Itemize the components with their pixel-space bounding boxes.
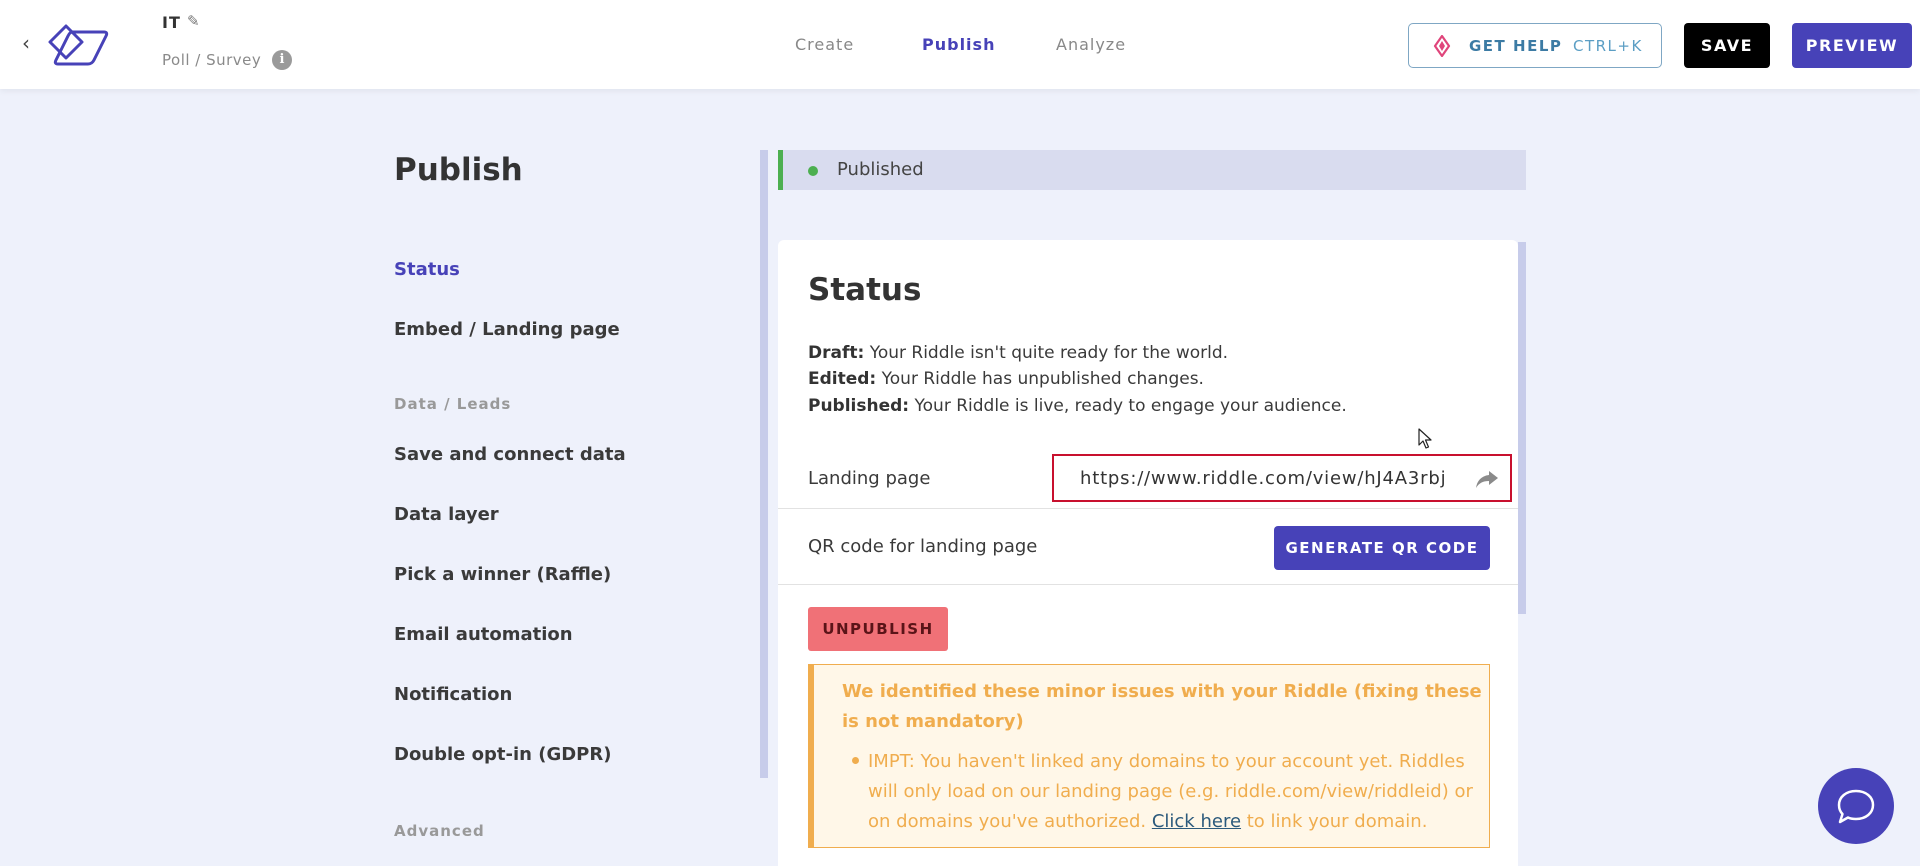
preview-button[interactable]: PREVIEW [1792,23,1912,68]
warning-text: IMPT: You haven't linked any domains to … [868,751,1473,832]
sidebar-title: Publish [394,152,523,188]
share-arrow-icon[interactable] [1474,466,1500,492]
sidebar-item-embed[interactable]: Embed / Landing page [394,319,620,340]
save-button[interactable]: SAVE [1684,23,1770,68]
unpublish-button[interactable]: UNPUBLISH [808,607,948,651]
published-status-bar: Published [778,150,1526,190]
landing-url[interactable]: https://www.riddle.com/view/hJ4A3rbj [1080,468,1446,489]
sidebar-item-save-connect[interactable]: Save and connect data [394,444,626,465]
landing-page-label: Landing page [808,468,931,489]
status-dot-icon [808,166,818,176]
desc-edited: Edited: Your Riddle has unpublished chan… [808,369,1204,389]
top-header: ‹ IT ✎ Poll / Survey i Create Publish An… [0,0,1920,89]
qr-code-label: QR code for landing page [808,536,1038,557]
chat-button[interactable] [1818,768,1894,844]
row-divider [778,508,1518,509]
chat-bubble-icon [1837,789,1875,824]
warning-title: We identified these minor issues with yo… [842,681,1482,732]
sidebar-item-status[interactable]: Status [394,259,460,280]
card-title: Status [808,272,922,308]
help-shortcut: CTRL+K [1573,37,1643,55]
desc-published: Published: Your Riddle is live, ready to… [808,396,1347,416]
status-text: Published [837,159,924,180]
link-domain-link[interactable]: Click here [1152,811,1241,832]
tab-publish[interactable]: Publish [922,35,995,54]
tab-create[interactable]: Create [795,35,854,54]
landing-url-field[interactable]: https://www.riddle.com/view/hJ4A3rbj [1052,454,1512,502]
sidebar-section-advanced: Advanced [394,822,485,840]
sidebar-item-raffle[interactable]: Pick a winner (Raffle) [394,564,611,585]
riddle-type: Poll / Survey [162,51,262,69]
sidebar-scrollbar[interactable] [760,150,768,778]
sidebar-item-data-layer[interactable]: Data layer [394,504,499,525]
sidebar-item-notification[interactable]: Notification [394,684,512,705]
generate-qr-code-button[interactable]: GENERATE QR CODE [1274,526,1490,570]
card-scrollbar[interactable] [1518,242,1526,614]
edit-pencil-icon[interactable]: ✎ [187,12,200,30]
tab-analyze[interactable]: Analyze [1056,35,1126,54]
mouse-cursor-icon [1418,428,1432,449]
info-icon[interactable]: i [272,50,292,70]
sidebar-item-double-opt-in[interactable]: Double opt-in (GDPR) [394,744,611,765]
riddle-logo[interactable] [44,20,112,70]
sidebar-item-email[interactable]: Email automation [394,624,573,645]
get-help-label: GET HELP [1469,37,1563,55]
help-gem-icon [1433,35,1451,57]
warning-box: We identified these minor issues with yo… [808,664,1490,848]
status-card: Status Draft: Your Riddle isn't quite re… [778,240,1518,866]
row-divider [778,584,1518,585]
bullet-icon [852,757,859,764]
desc-draft: Draft: Your Riddle isn't quite ready for… [808,343,1229,363]
back-chevron-icon[interactable]: ‹ [22,31,30,55]
riddle-title: IT [162,13,181,32]
get-help-button[interactable]: GET HELP CTRL+K [1408,23,1662,68]
sidebar-section-data-leads: Data / Leads [394,395,512,413]
